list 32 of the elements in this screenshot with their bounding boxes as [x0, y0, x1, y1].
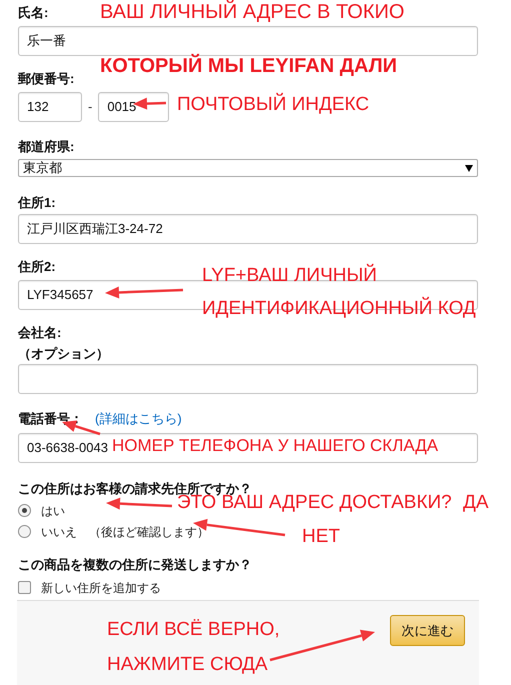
field-label: （オプション）: [18, 346, 109, 362]
input-field[interactable]: [18, 364, 478, 394]
radio-label: はい: [41, 502, 65, 520]
checkbox[interactable]: [18, 581, 31, 594]
field-label: 住所2:: [18, 259, 56, 275]
annotation-text: ЕСЛИ ВСЁ ВЕРНО,: [107, 620, 280, 639]
annotation-text: ДА: [463, 493, 489, 512]
field-label: 住所1:: [18, 195, 56, 211]
field-label: 郵便番号:: [18, 71, 74, 87]
annotation-text: ПОЧТОВЫЙ ИНДЕКС: [177, 95, 370, 114]
annotation-text: НЕТ: [302, 527, 340, 546]
input-field[interactable]: 132: [18, 92, 82, 122]
radio-button[interactable]: [18, 504, 31, 517]
checkbox-label: 新しい住所を追加する: [41, 580, 161, 596]
separator: -: [88, 98, 92, 116]
field-label: この住所はお客様の請求先住所ですか？: [18, 480, 252, 496]
details-link[interactable]: (詳細はこちら): [95, 409, 182, 428]
field-label: 都道府県:: [18, 139, 74, 155]
input-field[interactable]: 0015: [98, 92, 170, 122]
next-button[interactable]: 次に進む: [390, 615, 465, 646]
annotation-text: ВАШ ЛИЧНЫЙ АДРЕС В ТОКИО: [100, 2, 404, 22]
field-label: この商品を複数の住所に発送しますか？: [18, 556, 252, 572]
field-label: 氏名:: [18, 5, 48, 21]
annotation-text: КОТОРЫЙ МЫ LEYIFAN ДАЛИ: [100, 56, 398, 76]
field-label: 会社名:: [18, 325, 62, 341]
prefecture-select[interactable]: 東京都: [18, 159, 478, 177]
input-field[interactable]: 江戸川区西瑞江3-24-72: [18, 214, 478, 244]
annotation-text: НАЖМИТЕ СЮДА: [107, 655, 268, 674]
annotation-text: НОМЕР ТЕЛЕФОНА У НАШЕГО СКЛАДА: [112, 437, 438, 454]
radio-button[interactable]: [18, 525, 31, 538]
dropdown-icon: [465, 164, 473, 172]
radio-label: いいえ （後ほど確認します）: [41, 524, 209, 540]
